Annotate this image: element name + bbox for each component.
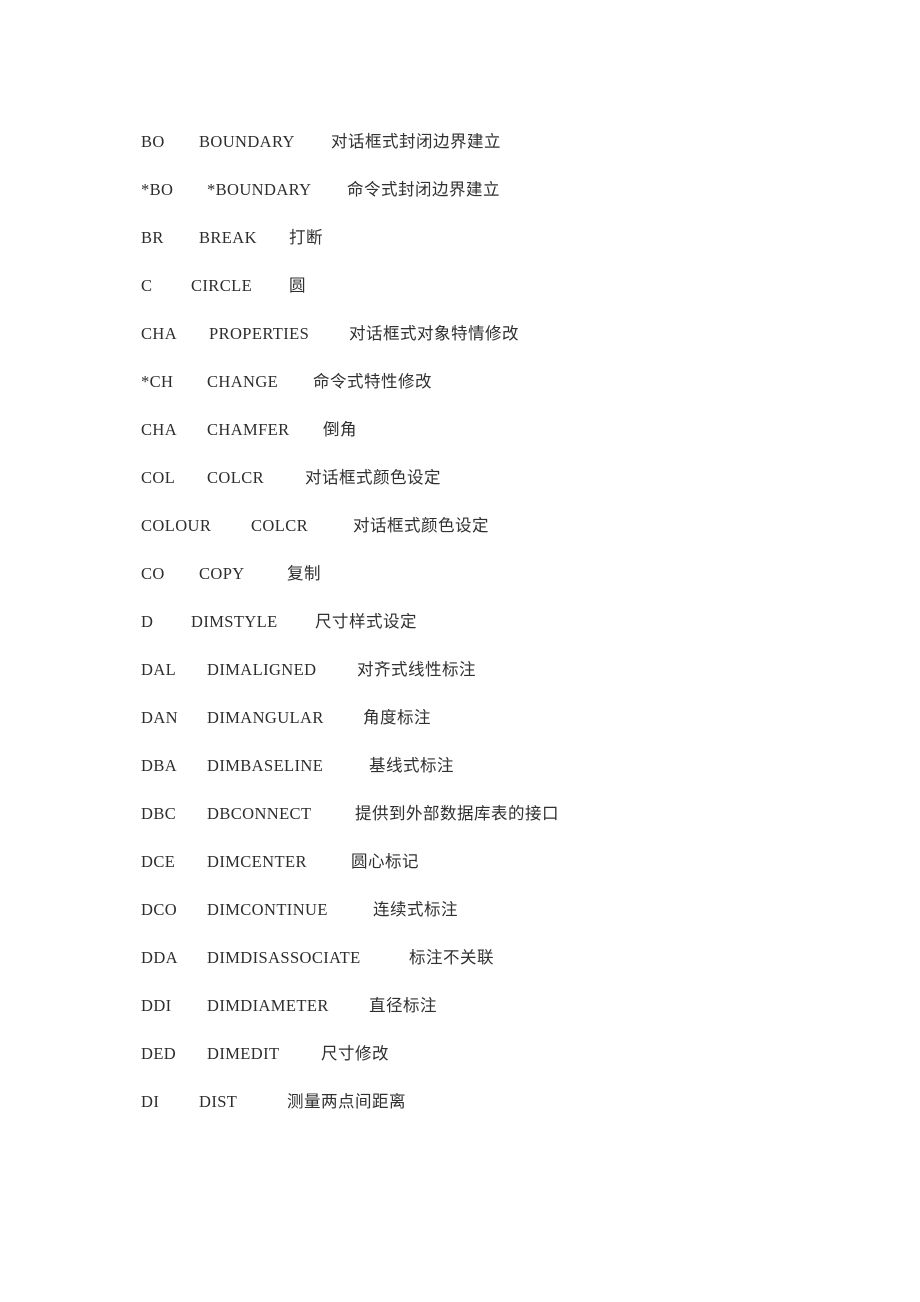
description-cell: 命令式特性修改: [313, 372, 432, 391]
alias-cell: DCE: [141, 852, 176, 871]
description-cell: 对话框式颜色设定: [353, 516, 489, 535]
command-cell: DIMCENTER: [207, 852, 307, 871]
alias-cell: *CH: [141, 372, 174, 391]
table-row: COL COLCR 对话框式颜色设定: [141, 454, 841, 502]
description-cell: 打断: [289, 228, 323, 247]
alias-cell: CHA: [141, 324, 178, 343]
alias-cell: DAL: [141, 660, 177, 679]
command-alias-list: BO BOUNDARY 对话框式封闭边界建立 *BO *BOUNDARY 命令式封闭边界建…: [141, 118, 841, 1126]
description-cell: 尺寸修改: [321, 1044, 389, 1063]
command-cell: COPY: [199, 564, 245, 583]
description-cell: 命令式封闭边界建立: [347, 180, 500, 199]
description-cell: 倒角: [323, 420, 357, 439]
alias-cell: DCO: [141, 900, 178, 919]
description-cell: 标注不关联: [409, 948, 494, 967]
table-row: DCE DIMCENTER 圆心标记: [141, 838, 841, 886]
description-cell: 圆心标记: [351, 852, 419, 871]
table-row: DBA DIMBASELINE 基线式标注: [141, 742, 841, 790]
description-cell: 对话框式封闭边界建立: [331, 132, 501, 151]
table-row: CO COPY 复制: [141, 550, 841, 598]
alias-cell: COLOUR: [141, 516, 212, 535]
description-cell: 直径标注: [369, 996, 437, 1015]
alias-cell: DDA: [141, 948, 178, 967]
alias-cell: DDI: [141, 996, 172, 1015]
command-cell: BREAK: [199, 228, 257, 247]
table-row: DDA DIMDISASSOCIATE 标注不关联: [141, 934, 841, 982]
alias-cell: DED: [141, 1044, 177, 1063]
alias-cell: C: [141, 276, 153, 295]
alias-cell: DI: [141, 1092, 160, 1111]
command-cell: BOUNDARY: [199, 132, 295, 151]
alias-cell: BO: [141, 132, 165, 151]
table-row: DED DIMEDIT 尺寸修改: [141, 1030, 841, 1078]
command-cell: COLCR: [207, 468, 265, 487]
command-cell: COLCR: [251, 516, 309, 535]
alias-cell: BR: [141, 228, 164, 247]
command-cell: DIST: [199, 1092, 238, 1111]
alias-cell: DBC: [141, 804, 177, 823]
command-cell: DIMEDIT: [207, 1044, 280, 1063]
description-cell: 对话框式颜色设定: [305, 468, 441, 487]
table-row: *CH CHANGE 命令式特性修改: [141, 358, 841, 406]
alias-cell: COL: [141, 468, 176, 487]
description-cell: 对齐式线性标注: [357, 660, 476, 679]
description-cell: 基线式标注: [369, 756, 454, 775]
table-row: BR BREAK 打断: [141, 214, 841, 262]
table-row: DAL DIMALIGNED 对齐式线性标注: [141, 646, 841, 694]
command-cell: DIMANGULAR: [207, 708, 324, 727]
description-cell: 对话框式对象特情修改: [349, 324, 519, 343]
alias-cell: DBA: [141, 756, 178, 775]
command-cell: DIMDISASSOCIATE: [207, 948, 361, 967]
table-row: *BO *BOUNDARY 命令式封闭边界建立: [141, 166, 841, 214]
command-cell: DIMALIGNED: [207, 660, 317, 679]
alias-cell: DAN: [141, 708, 178, 727]
table-row: BO BOUNDARY 对话框式封闭边界建立: [141, 118, 841, 166]
description-cell: 测量两点间距离: [287, 1092, 406, 1111]
command-cell: DIMDIAMETER: [207, 996, 329, 1015]
command-cell: DBCONNECT: [207, 804, 312, 823]
description-cell: 圆: [289, 276, 306, 295]
table-row: D DIMSTYLE 尺寸样式设定: [141, 598, 841, 646]
command-cell: *BOUNDARY: [207, 180, 312, 199]
description-cell: 连续式标注: [373, 900, 458, 919]
alias-cell: D: [141, 612, 154, 631]
description-cell: 角度标注: [363, 708, 431, 727]
command-cell: DIMBASELINE: [207, 756, 324, 775]
table-row: DDI DIMDIAMETER 直径标注: [141, 982, 841, 1030]
command-cell: DIMCONTINUE: [207, 900, 328, 919]
description-cell: 尺寸样式设定: [315, 612, 417, 631]
table-row: CHA CHAMFER 倒角: [141, 406, 841, 454]
document-page: BO BOUNDARY 对话框式封闭边界建立 *BO *BOUNDARY 命令式封闭边界建…: [0, 0, 920, 1302]
command-cell: DIMSTYLE: [191, 612, 278, 631]
command-cell: PROPERTIES: [209, 324, 310, 343]
command-cell: CIRCLE: [191, 276, 253, 295]
command-cell: CHAMFER: [207, 420, 290, 439]
description-cell: 提供到外部数据库表的接口: [355, 804, 559, 823]
alias-cell: *BO: [141, 180, 174, 199]
alias-cell: CO: [141, 564, 165, 583]
description-cell: 复制: [287, 564, 321, 583]
table-row: C CIRCLE 圆: [141, 262, 841, 310]
table-row: DCO DIMCONTINUE 连续式标注: [141, 886, 841, 934]
table-row: DBC DBCONNECT 提供到外部数据库表的接口: [141, 790, 841, 838]
table-row: DI DIST 测量两点间距离: [141, 1078, 841, 1126]
table-row: CHA PROPERTIES 对话框式对象特情修改: [141, 310, 841, 358]
table-row: DAN DIMANGULAR 角度标注: [141, 694, 841, 742]
table-row: COLOUR COLCR 对话框式颜色设定: [141, 502, 841, 550]
alias-cell: CHA: [141, 420, 178, 439]
command-cell: CHANGE: [207, 372, 279, 391]
